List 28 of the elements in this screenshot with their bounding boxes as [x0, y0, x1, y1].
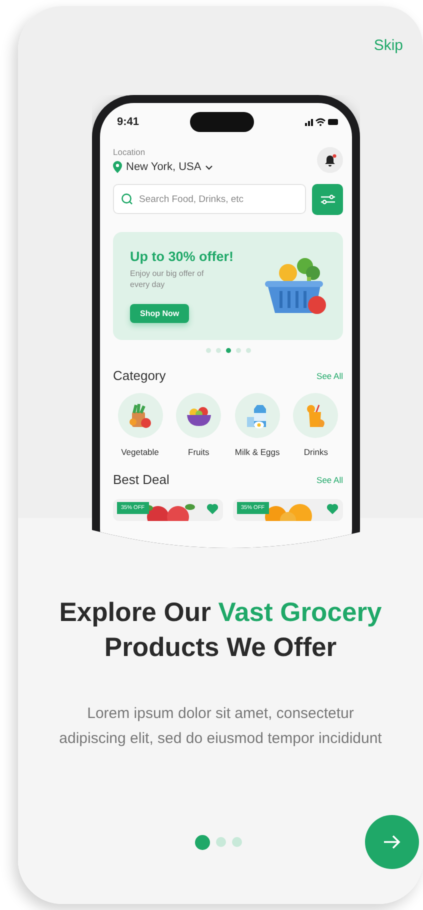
- section-heading: Category: [113, 368, 166, 383]
- location-label: Location: [113, 147, 146, 157]
- status-time: 9:41: [117, 116, 140, 128]
- banner-title: Up to 30% offer!: [130, 249, 234, 264]
- status-icons: [305, 117, 339, 127]
- heart-icon[interactable]: [327, 504, 338, 514]
- filter-button[interactable]: [312, 184, 343, 215]
- filter-icon: [320, 194, 334, 205]
- see-all-link[interactable]: See All: [316, 474, 343, 484]
- onboarding-description: Lorem ipsum dolor sit amet, consectetur adipiscing elit, sed do eiusmod tempor incididunt: [58, 704, 383, 749]
- chevron-down-icon[interactable]: [205, 164, 214, 170]
- banner-subtitle: Enjoy our big offer of every day: [130, 269, 205, 290]
- fruit-bowl-icon: [186, 404, 212, 426]
- see-all-link[interactable]: See All: [316, 370, 343, 380]
- section-heading: Best Deal: [113, 472, 170, 487]
- search-field[interactable]: Search Food, Drinks, etc: [113, 184, 306, 214]
- skip-link[interactable]: Skip: [374, 37, 403, 54]
- location-value[interactable]: New York, USA: [126, 161, 202, 173]
- arrow-right-icon: [383, 834, 401, 850]
- grocery-bag-icon: [128, 402, 152, 428]
- notification-button[interactable]: [317, 147, 343, 173]
- location-pin-icon: [113, 161, 122, 173]
- heart-icon[interactable]: [207, 504, 218, 514]
- dynamic-island: [190, 112, 254, 132]
- onboarding-headline: Explore Our Vast Grocery Products We Offer: [58, 596, 383, 664]
- bell-icon: [324, 154, 336, 166]
- shop-now-button[interactable]: Shop Now: [130, 304, 190, 323]
- next-button[interactable]: [365, 815, 419, 869]
